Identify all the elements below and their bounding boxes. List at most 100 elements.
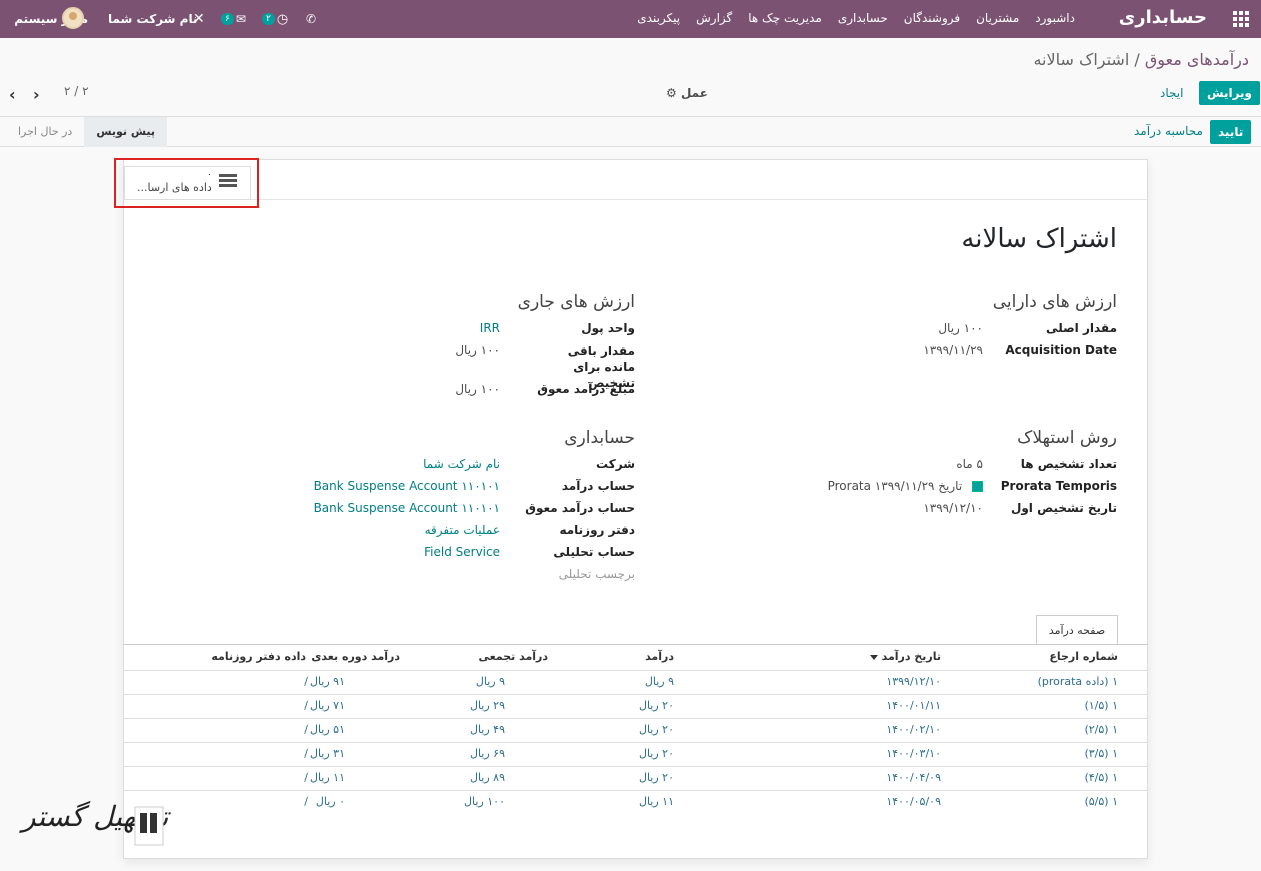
sort-down-icon (869, 654, 878, 660)
cell-journal: / (304, 675, 308, 688)
menu-item-configuration[interactable]: پیکربندی (637, 11, 680, 25)
breadcrumb-separator: / (1134, 50, 1140, 69)
col-cumulative[interactable]: درآمد تجمعی (478, 650, 548, 663)
cell-next: ۷۱ ریال (309, 699, 345, 712)
cell-journal: / (304, 723, 308, 736)
chevron-right-icon[interactable]: › (33, 85, 40, 104)
menu-item-reporting[interactable]: گزارش (696, 11, 732, 25)
compute-revenue-button[interactable]: محاسبه درآمد (1134, 124, 1203, 138)
menu-item-customers[interactable]: مشتریان (976, 11, 1019, 25)
journal-entries-smart-button[interactable]: ۰ داده های ارسا... (124, 166, 251, 200)
stage-running[interactable]: در حال اجرا (6, 117, 84, 147)
currency-label: واحد پول (581, 321, 635, 335)
company-value[interactable]: نام شرکت شما (423, 457, 500, 471)
prorata-value: تاریخ Prorata ۱۳۹۹/۱۱/۲۹ (827, 479, 963, 493)
cell-date: ۱۴۰۰/۰۱/۱۱ (886, 699, 941, 712)
menu-item-dashboard[interactable]: داشبورد (1035, 11, 1075, 25)
cell-ref: ۱ (۴/۵) (1084, 771, 1118, 784)
messages-count-badge: ۶ (221, 13, 234, 25)
cell-cumulative: ۹ ریال (475, 675, 505, 688)
activity-menu[interactable]: ۲ ◷ (262, 0, 288, 38)
accounting-title: حسابداری (564, 428, 635, 448)
menu-item-cheques[interactable]: مدیریت چک ها (748, 11, 822, 25)
create-button[interactable]: ایجاد (1160, 86, 1183, 100)
asset-values-title: ارزش های دارایی (992, 292, 1117, 312)
record-title[interactable]: اشتراک سالانه (961, 224, 1117, 254)
chevron-left-icon[interactable]: ‹ (9, 85, 16, 104)
cell-ref: ۱ (۳/۵) (1084, 747, 1118, 760)
cell-date: ۱۴۰۰/۰۴/۰۹ (886, 771, 941, 784)
col-next-period[interactable]: درآمد دوره بعدی (311, 650, 400, 663)
first-recognition-value: ۱۳۹۹/۱۲/۱۰ (923, 501, 983, 515)
revenue-account-value[interactable]: Bank Suspense Account ۱۱۰۱۰۱ (314, 479, 500, 493)
analytic-tag-placeholder[interactable]: برچسب تحلیلی (559, 567, 635, 581)
deferred-account-value[interactable]: Bank Suspense Account ۱۱۰۱۰۱ (314, 501, 500, 515)
clock-icon: ◷ (276, 11, 289, 27)
cell-revenue: ۱۱ ریال (638, 795, 674, 808)
cell-cumulative: ۶۹ ریال (469, 747, 505, 760)
messaging-menu[interactable]: ۶ ✉ (221, 0, 246, 38)
cell-date: ۱۴۰۰/۰۳/۱۰ (886, 747, 941, 760)
acquisition-date: ۱۳۹۹/۱۱/۲۹ (923, 343, 983, 357)
revenue-account-label: حساب درآمد (561, 479, 635, 493)
row-divider (123, 718, 1148, 719)
chat-icon: ✉ (235, 12, 246, 26)
cell-date: ۱۳۹۹/۱۲/۱۰ (886, 675, 941, 688)
journal-value[interactable]: عملیات متفرقه (425, 523, 500, 537)
residual-value: ۱۰۰ ریال (455, 343, 500, 357)
entries-count: ۰ (207, 170, 212, 180)
deferred-amount-value: ۱۰۰ ریال (455, 382, 500, 396)
row-divider (123, 742, 1148, 743)
watermark-logo-icon (134, 806, 164, 846)
company-switcher[interactable]: نام شرکت شما (108, 0, 197, 38)
cell-revenue: ۲۰ ریال (638, 723, 674, 736)
highlight-box: ۰ داده های ارسا... (114, 158, 259, 208)
company-label: شرکت (596, 457, 635, 471)
prorata-checkbox[interactable] (972, 481, 983, 492)
method-title: روش استهلاک (1017, 428, 1117, 448)
cell-revenue: ۹ ریال (644, 675, 674, 688)
cell-cumulative: ۸۹ ریال (469, 771, 505, 784)
cell-journal: / (304, 699, 308, 712)
cell-revenue: ۲۰ ریال (638, 747, 674, 760)
cell-cumulative: ۱۰۰ ریال (464, 795, 505, 808)
currency-value[interactable]: IRR (480, 321, 500, 335)
apps-menu-icon[interactable] (1233, 11, 1249, 27)
cell-ref: ۱ (۵/۵) (1084, 795, 1118, 808)
stage-draft[interactable]: پیش نویس (84, 117, 168, 147)
col-ref[interactable]: شماره ارجاع (1049, 650, 1118, 663)
tab-revenue-board[interactable]: صفحه درآمد (1036, 615, 1118, 645)
edit-button[interactable]: ویرایش (1199, 81, 1261, 105)
col-date[interactable]: تاریخ درآمد (866, 650, 941, 663)
avatar[interactable] (62, 7, 84, 29)
row-divider (123, 694, 1148, 695)
first-recognition-label: تاریخ تشخیص اول (1010, 501, 1117, 515)
col-journal-entry[interactable]: داده دفتر روزنامه (211, 650, 306, 663)
cell-next: ۵۱ ریال (309, 723, 345, 736)
cell-date: ۱۴۰۰/۰۵/۰۹ (886, 795, 941, 808)
original-value-label: مقدار اصلی (1046, 321, 1117, 335)
stage-bar: در حال اجرا پیش نویس (6, 117, 168, 147)
deferred-amount-label: مبلغ درآمد معوق (537, 382, 635, 396)
menu-item-accounting[interactable]: حسابداری (838, 11, 888, 25)
num-recognitions-value: ۵ ماه (956, 457, 983, 471)
form-sheet (123, 159, 1148, 859)
analytic-account-value[interactable]: Field Service (424, 545, 500, 559)
phone-icon[interactable]: ✆ (306, 0, 316, 38)
acquisition-date-label: Acquisition Date (1005, 343, 1117, 357)
breadcrumb-parent[interactable]: درآمدهای معوق (1145, 50, 1249, 69)
pager-value[interactable]: ۲ / ۲ (64, 84, 89, 98)
prorata-label: Prorata Temporis (1000, 479, 1117, 493)
confirm-button[interactable]: تایید (1210, 120, 1252, 144)
col-revenue[interactable]: درآمد (645, 650, 674, 663)
analytic-account-label: حساب تحلیلی (553, 545, 635, 559)
status-bar: تایید محاسبه درآمد در حال اجرا پیش نویس (0, 117, 1261, 147)
action-label: عمل (680, 86, 708, 100)
cell-date: ۱۴۰۰/۰۲/۱۰ (886, 723, 941, 736)
main-menu: داشبورد مشتریان فروشندگان حسابداری مدیری… (637, 11, 1075, 25)
menu-item-vendors[interactable]: فروشندگان (904, 11, 960, 25)
cell-journal: / (304, 771, 308, 784)
action-menu-button[interactable]: ⚙ عمل (666, 86, 708, 100)
app-brand[interactable]: حسابداری (1119, 7, 1207, 28)
button-box (124, 160, 1147, 200)
